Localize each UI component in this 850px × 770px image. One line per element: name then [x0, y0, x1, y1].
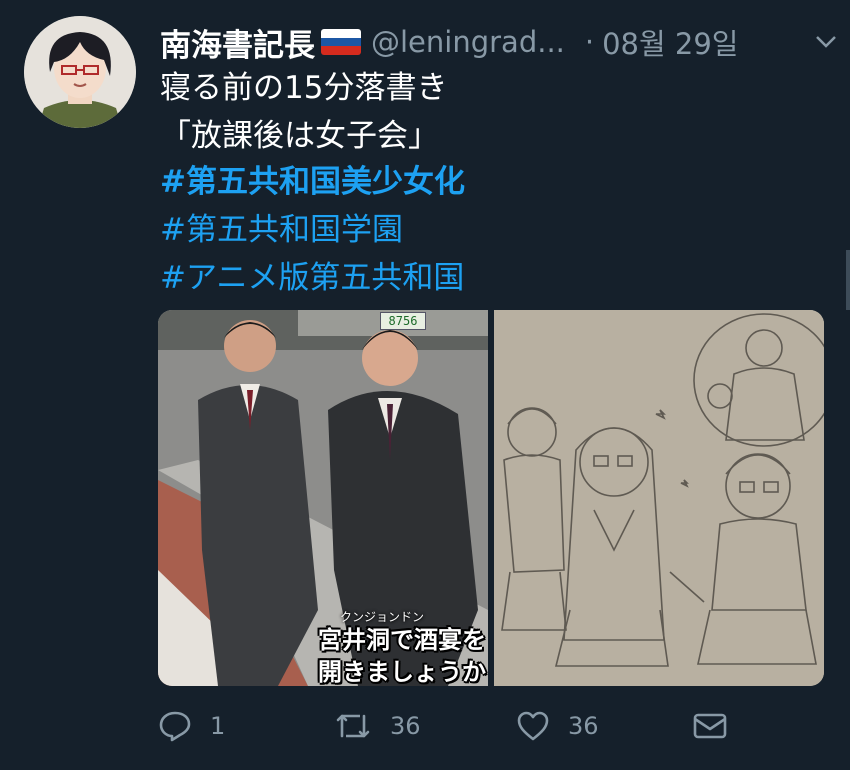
heart-icon — [517, 711, 549, 741]
reply-count: 1 — [210, 712, 226, 740]
scrollbar[interactable] — [846, 250, 850, 310]
author-handle[interactable]: @leningrad... — [371, 25, 565, 59]
chevron-down-icon[interactable] — [812, 28, 840, 56]
tweet-date[interactable]: 08월 29일 — [602, 21, 738, 63]
caption-line: 開きましょうか — [318, 658, 486, 686]
like-count: 36 — [568, 712, 599, 740]
avatar[interactable] — [24, 16, 136, 128]
author-name[interactable]: 南海書記長 — [160, 20, 315, 65]
hashtag-link[interactable]: #第五共和国学園 — [160, 210, 403, 250]
reply-icon — [159, 711, 191, 742]
russia-flag-icon — [321, 29, 361, 55]
hashtag-link[interactable]: #第五共和国美少女化 — [160, 162, 465, 202]
tweet-media: 8756 クンジョンドン 宮井洞で酒宴を 開きましょうか — [158, 310, 824, 686]
tweet-text-line: 寝る前の15分落書き — [160, 70, 448, 106]
photo-right[interactable] — [494, 310, 824, 686]
tweet-actions: 1 36 36 — [158, 700, 738, 752]
photo-left[interactable]: 8756 クンジョンドン 宮井洞で酒宴を 開きましょうか — [158, 310, 488, 686]
caption-line: 宮井洞で酒宴を — [318, 626, 486, 654]
hashtag-link[interactable]: #アニメ版第五共和国 — [160, 258, 464, 298]
retweet-button[interactable]: 36 — [334, 710, 421, 742]
license-plate: 8756 — [380, 312, 426, 330]
tweet-header: 南海書記長 @leningrad... · 08월 29일 — [160, 20, 840, 64]
reply-button[interactable]: 1 — [158, 710, 225, 742]
separator: · — [584, 25, 595, 59]
direct-message-button[interactable] — [692, 711, 746, 741]
like-button[interactable]: 36 — [516, 710, 599, 742]
retweet-icon — [336, 714, 370, 738]
tweet-text-line: 「放課後は女子会」 — [160, 118, 439, 154]
envelope-icon — [693, 713, 727, 739]
retweet-count: 36 — [390, 712, 421, 740]
